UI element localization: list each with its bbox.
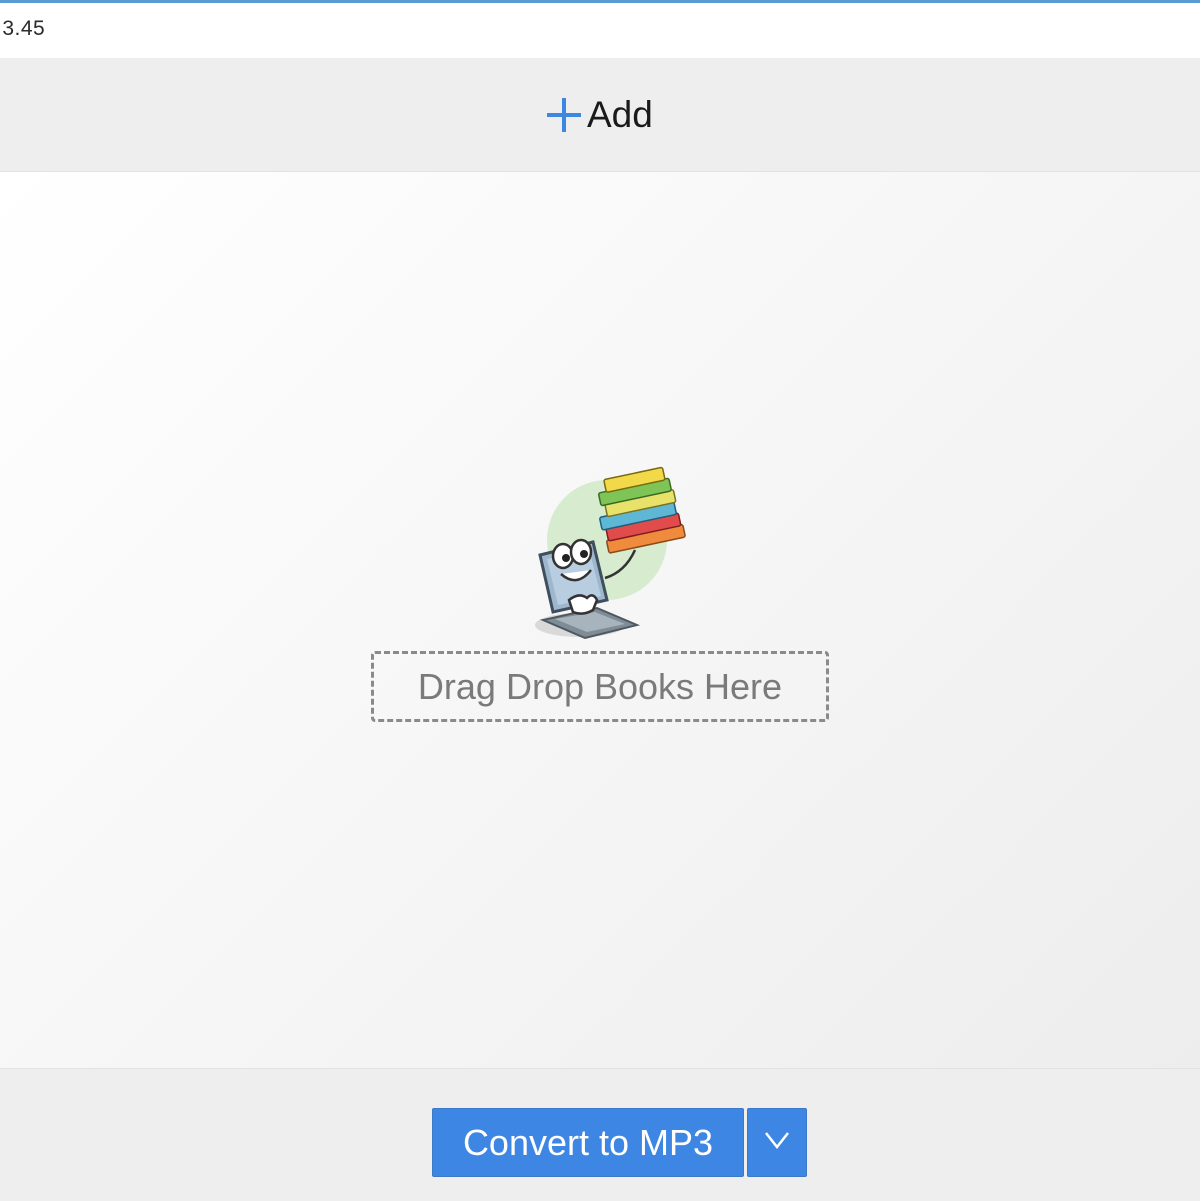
add-button-label: Add bbox=[587, 94, 653, 135]
chevron-down-icon bbox=[763, 1130, 791, 1155]
footer-bar: Convert to MP3 bbox=[0, 1068, 1200, 1201]
add-button[interactable]: Add bbox=[545, 92, 653, 138]
plus-icon bbox=[545, 96, 583, 134]
convert-to-mp3-button[interactable]: Convert to MP3 bbox=[432, 1108, 744, 1177]
app-window: .3.45 Add Drag Drop Books Here Convert t… bbox=[0, 0, 1200, 1201]
toolbar: Add bbox=[0, 58, 1200, 172]
laptop-books-illustration bbox=[525, 460, 695, 645]
output-format-dropdown-button[interactable] bbox=[747, 1108, 807, 1177]
drag-drop-zone[interactable]: Drag Drop Books Here bbox=[371, 651, 829, 722]
window-title: .3.45 bbox=[0, 17, 46, 40]
drag-drop-label: Drag Drop Books Here bbox=[417, 665, 783, 707]
title-bar[interactable]: .3.45 bbox=[0, 3, 1200, 58]
drop-area[interactable]: Drag Drop Books Here bbox=[0, 172, 1200, 1068]
